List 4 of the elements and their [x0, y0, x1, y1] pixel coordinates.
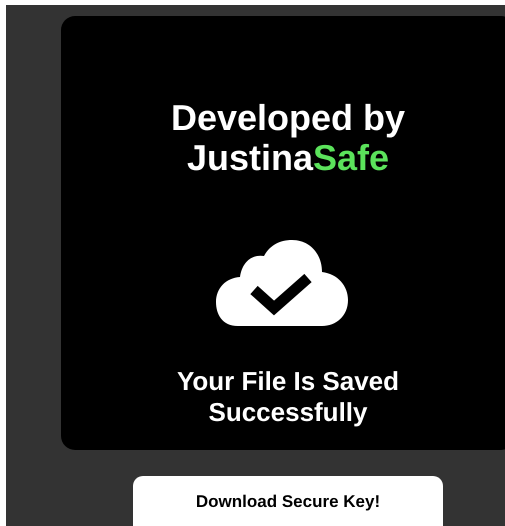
download-button[interactable]: Download Secure Key! [133, 476, 443, 526]
heading: Developed by JustinaSafe [170, 98, 406, 178]
status-message: Your File Is Saved Successfully [176, 366, 400, 428]
cloud-check-icon [216, 240, 348, 326]
